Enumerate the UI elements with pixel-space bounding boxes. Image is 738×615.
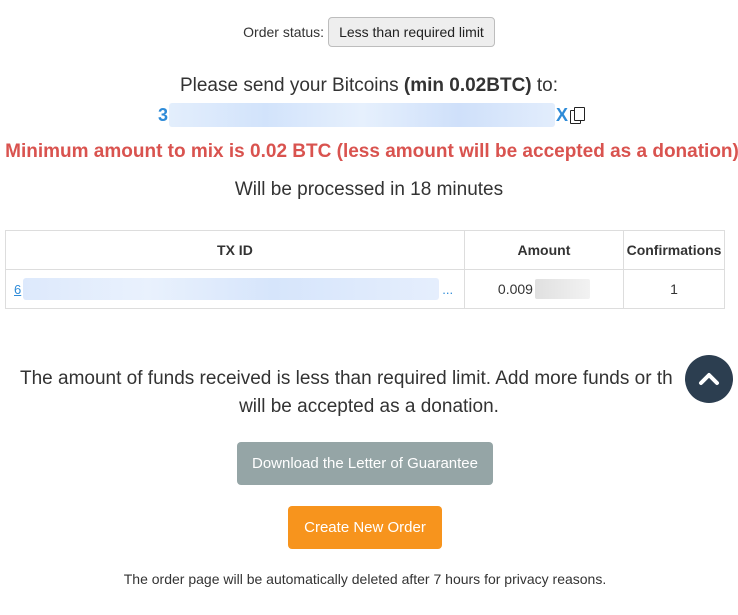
- amount-cell: 0.009: [463, 269, 625, 309]
- processing-time: Will be processed in 18 minutes: [234, 179, 504, 200]
- send-min-amount: (min 0.02BTC): [403, 75, 532, 96]
- send-instruction: Please send your Bitcoins (min 0.02BTC) …: [0, 75, 738, 97]
- txid-ellipsis: ...: [442, 281, 454, 297]
- scroll-to-top-button[interactable]: [685, 355, 733, 403]
- download-guarantee-button[interactable]: Download the Letter of Guarantee: [237, 442, 493, 485]
- address-redacted: [169, 103, 556, 127]
- order-status-label: Order status:: [243, 24, 325, 40]
- header-confirmations: Confirmations: [623, 230, 725, 270]
- txid-cell: 6 ...: [5, 269, 465, 309]
- send-prefix: Please send your Bitcoins: [179, 75, 404, 96]
- order-status-row: Order status: Less than required limit: [0, 17, 738, 47]
- address-end: X: [556, 104, 569, 125]
- txid-redacted: [23, 278, 440, 300]
- funds-info-message: The amount of funds received is less tha…: [0, 365, 738, 421]
- txid-start[interactable]: 6: [14, 282, 21, 297]
- create-new-order-button[interactable]: Create New Order: [288, 506, 442, 549]
- amount-start: 0.009: [497, 281, 533, 297]
- funds-info-line1: The amount of funds received is less tha…: [20, 368, 673, 389]
- confirmations-cell: 1: [623, 269, 725, 309]
- funds-info-line2: will be accepted as a donation.: [239, 396, 499, 417]
- order-status-badge: Less than required limit: [328, 17, 495, 47]
- privacy-footer-note: The order page will be automatically del…: [123, 571, 607, 587]
- transactions-table: TX ID Amount Confirmations 6 ... 0.009 1: [5, 230, 725, 309]
- order-page: Order status: Less than required limit P…: [0, 0, 738, 615]
- header-amount: Amount: [463, 230, 625, 270]
- txid-link[interactable]: 6 ...: [14, 278, 464, 300]
- minimum-amount-warning: Minimum amount to mix is 0.02 BTC (less …: [5, 141, 738, 162]
- amount-redacted: [534, 279, 590, 299]
- chevron-up-icon: [699, 373, 719, 385]
- table-row: 6 ... 0.009 1: [5, 269, 725, 309]
- table-header-row: TX ID Amount Confirmations: [5, 230, 725, 270]
- address-start: 3: [158, 104, 169, 125]
- copy-icon[interactable]: [570, 107, 586, 124]
- amount-value: 0.009: [465, 279, 623, 299]
- bitcoin-address[interactable]: 3 X: [158, 103, 588, 127]
- send-suffix: to:: [531, 75, 559, 96]
- header-txid: TX ID: [5, 230, 465, 270]
